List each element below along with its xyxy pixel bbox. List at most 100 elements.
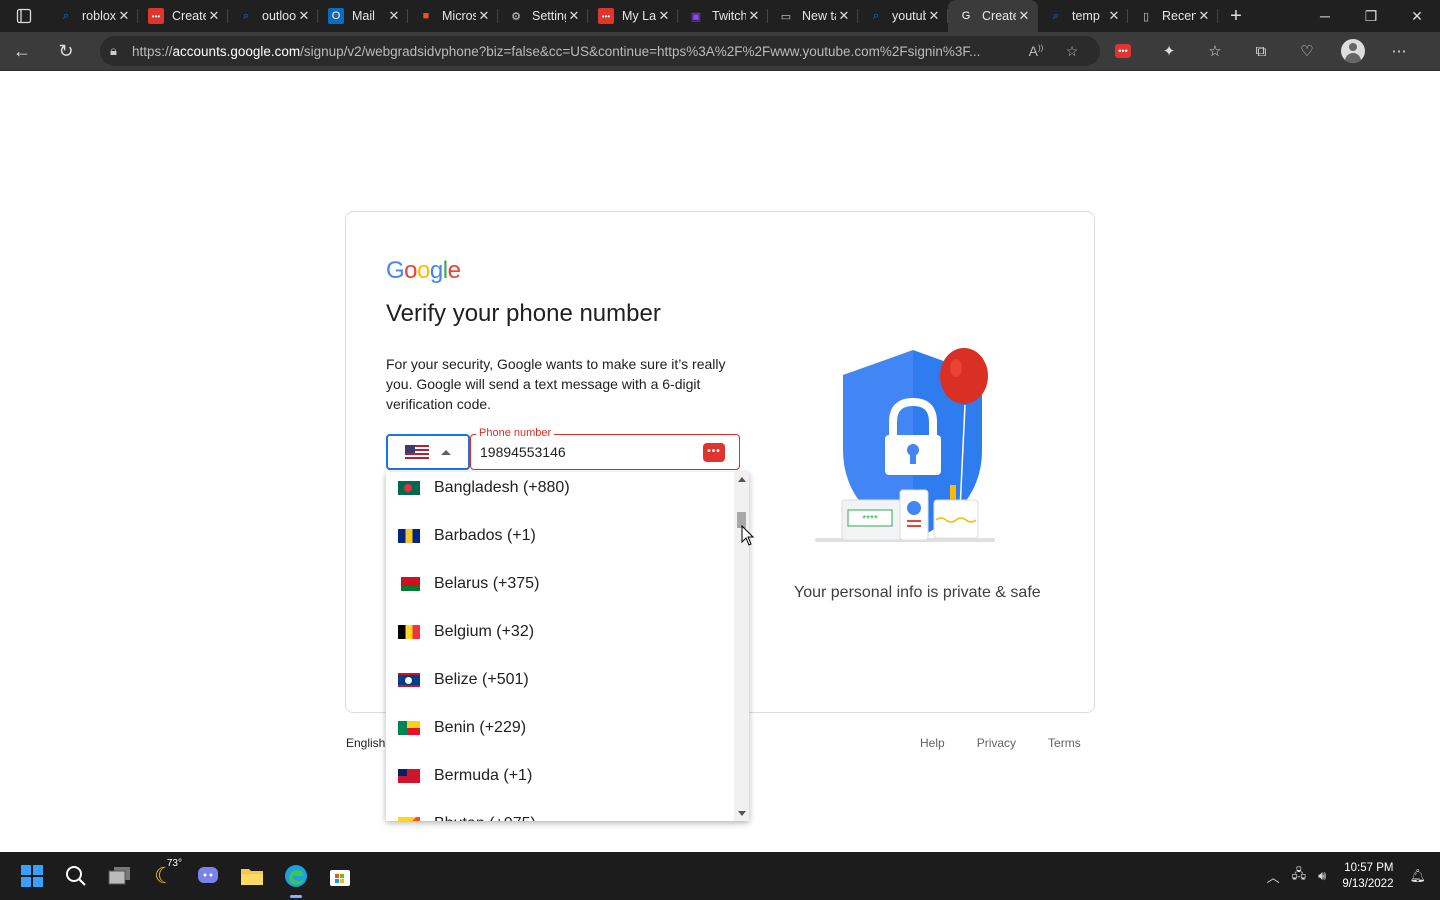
read-aloud-icon[interactable]: A)) <box>1018 43 1054 59</box>
close-tab-icon[interactable]: ✕ <box>926 8 942 24</box>
refresh-button[interactable]: ↻ <box>44 32 88 71</box>
close-tab-icon[interactable]: ✕ <box>116 8 132 24</box>
browser-tab[interactable]: ⌕ temp ✕ <box>1038 0 1128 32</box>
scroll-up-icon[interactable] <box>738 477 746 482</box>
file-explorer-button[interactable] <box>230 852 274 900</box>
password-icon: ••• <box>598 8 614 24</box>
browser-tab[interactable]: G Create ✕ <box>948 0 1038 32</box>
back-button[interactable]: ← <box>0 32 44 71</box>
volume-icon[interactable]: 🔊︎ <box>1312 868 1332 884</box>
weather-widget[interactable]: ☾ 73° <box>142 852 186 900</box>
profile-button[interactable] <box>1330 32 1376 71</box>
country-option[interactable]: Bangladesh (+880) <box>386 472 734 512</box>
phone-number-field[interactable]: Phone number ••• <box>470 427 740 470</box>
lastpass-extension-button[interactable]: ••• <box>1100 32 1146 71</box>
close-tab-icon[interactable]: ✕ <box>566 8 582 24</box>
country-flag-icon <box>398 673 420 687</box>
country-option[interactable]: Bermuda (+1) <box>386 752 734 800</box>
country-select[interactable] <box>386 434 470 470</box>
country-option[interactable]: Bhutan (+975) <box>386 800 734 821</box>
close-tab-icon[interactable]: ✕ <box>746 8 762 24</box>
close-tab-icon[interactable]: ✕ <box>836 8 852 24</box>
new-tab-button[interactable]: + <box>1218 5 1254 28</box>
store-button[interactable] <box>318 852 362 900</box>
country-flag-icon <box>398 769 420 783</box>
collections-icon: ⧉ <box>1255 42 1267 60</box>
tab-title: Mail <box>352 9 375 23</box>
tab-title: Twitch <box>712 9 746 23</box>
browser-tab[interactable]: ⌕ youtube✕ <box>858 0 948 32</box>
back-arrow-icon: ← <box>13 40 31 61</box>
tab-title: Settings <box>532 9 566 23</box>
country-flag-icon <box>398 721 420 735</box>
search-button[interactable] <box>54 852 98 900</box>
close-tab-icon[interactable]: ✕ <box>656 8 672 24</box>
chat-icon <box>198 867 218 883</box>
restore-icon[interactable]: ❐ <box>1348 8 1394 25</box>
start-button[interactable] <box>10 852 54 900</box>
add-favorite-icon[interactable]: ☆ <box>1054 43 1090 60</box>
teams-chat-button[interactable] <box>186 852 230 900</box>
password-icon: ••• <box>1115 44 1131 58</box>
refresh-icon: ↻ <box>58 40 74 61</box>
privacy-link[interactable]: Privacy <box>977 736 1016 750</box>
clock[interactable]: 10:57 PM 9/13/2022 <box>1332 860 1403 892</box>
browser-tab[interactable]: ⌕ roblox ✕ <box>48 0 138 32</box>
tab-title: Create <box>982 9 1016 23</box>
chevron-up-icon[interactable]: ︿ <box>1261 867 1286 886</box>
search-icon: ⌕ <box>242 9 250 22</box>
country-option[interactable]: Belgium (+32) <box>386 608 734 656</box>
close-tab-icon[interactable]: ✕ <box>1106 8 1122 24</box>
extensions-button[interactable]: ✦ <box>1146 32 1192 71</box>
help-link[interactable]: Help <box>920 736 945 750</box>
country-option[interactable]: Belarus (+375) <box>386 560 734 608</box>
browser-tab[interactable]: ▯ Recent✕ <box>1128 0 1218 32</box>
more-icon: ⋯ <box>1391 43 1407 60</box>
search-icon: ⌕ <box>1052 9 1060 22</box>
network-icon[interactable]: 🖧︎ <box>1286 865 1313 887</box>
language-selector[interactable]: English <box>346 736 385 750</box>
illustration-code: **** <box>862 514 878 525</box>
favorites-button[interactable]: ☆ <box>1192 32 1238 71</box>
country-option[interactable]: Benin (+229) <box>386 704 734 752</box>
scroll-down-icon[interactable] <box>738 811 746 816</box>
tab-actions-button[interactable] <box>0 0 48 32</box>
browser-tab[interactable]: ••• My Lastpass✕ <box>588 0 678 32</box>
close-tab-icon[interactable]: ✕ <box>296 8 312 24</box>
close-tab-icon[interactable]: ✕ <box>1196 8 1212 24</box>
privacy-tagline: Your personal info is private & safe <box>794 584 1041 601</box>
browser-tab[interactable]: ••• Create ✕ <box>138 0 228 32</box>
close-tab-icon[interactable]: ✕ <box>206 8 222 24</box>
close-tab-icon[interactable]: ✕ <box>1016 8 1032 24</box>
password-manager-icon[interactable]: ••• <box>703 443 725 462</box>
country-option[interactable]: Belize (+501) <box>386 656 734 704</box>
browser-tab[interactable]: ⌕ outlook✕ <box>228 0 318 32</box>
minimize-icon[interactable]: ─ <box>1302 8 1348 25</box>
phone-number-input[interactable] <box>480 444 690 460</box>
browser-tab[interactable]: ■ Microsoft✕ <box>408 0 498 32</box>
browser-tab[interactable]: ▭ New tab✕ <box>768 0 858 32</box>
task-view-button[interactable] <box>98 852 142 900</box>
caret-up-icon <box>441 449 451 455</box>
notifications-icon[interactable]: 🔔︎ <box>1403 868 1440 884</box>
url-field[interactable]: 🔒︎ https://accounts.google.com/signup/v2… <box>100 36 1100 66</box>
country-option[interactable]: Barbados (+1) <box>386 512 734 560</box>
browser-tab[interactable]: ⚙ Settings✕ <box>498 0 588 32</box>
settings-more-button[interactable]: ⋯ <box>1376 32 1422 71</box>
edge-button[interactable] <box>274 852 318 900</box>
password-icon: ••• <box>148 8 164 24</box>
country-option-label: Belize (+501) <box>434 671 529 688</box>
close-tab-icon[interactable]: ✕ <box>386 8 402 24</box>
weather-temp: 73° <box>166 858 182 869</box>
browser-tab[interactable]: O Mail ✕ <box>318 0 408 32</box>
tab-title: New tab <box>802 9 836 23</box>
close-window-icon[interactable]: ✕ <box>1394 8 1440 25</box>
browser-tab[interactable]: ▣ Twitch ✕ <box>678 0 768 32</box>
avatar <box>1341 39 1365 63</box>
tab-title: My Lastpass <box>622 9 656 23</box>
collections-button[interactable]: ⧉ <box>1238 32 1284 71</box>
close-tab-icon[interactable]: ✕ <box>476 8 492 24</box>
terms-link[interactable]: Terms <box>1048 736 1081 750</box>
search-icon <box>66 866 86 886</box>
browser-essentials-button[interactable]: ♡ <box>1284 32 1330 71</box>
